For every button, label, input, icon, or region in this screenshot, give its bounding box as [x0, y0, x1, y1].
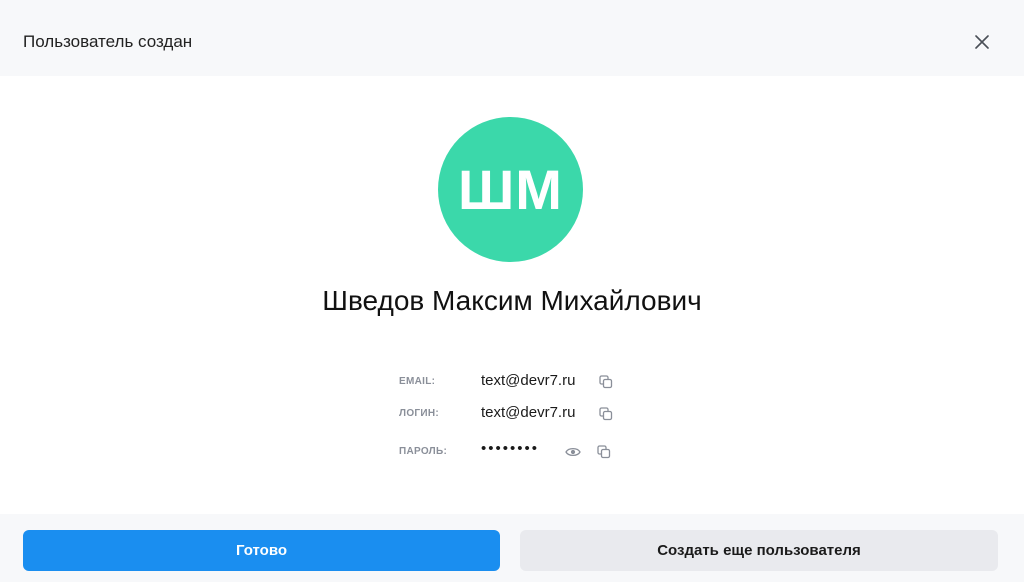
copy-icon [597, 445, 611, 459]
dialog-footer: Готово Создать еще пользователя [0, 514, 1024, 582]
close-button[interactable] [970, 30, 994, 54]
password-label: ПАРОЛЬ: [399, 446, 448, 457]
done-button[interactable]: Готово [23, 530, 500, 571]
copy-email-button[interactable] [597, 373, 615, 391]
dialog-header: Пользователь создан [0, 0, 1024, 76]
avatar-initials: ШМ [458, 157, 563, 221]
password-value: •••••••• [481, 440, 540, 457]
user-full-name: Шведов Максим Михайлович [322, 285, 702, 316]
eye-icon [565, 447, 581, 457]
create-another-user-button[interactable]: Создать еще пользователя [520, 530, 998, 571]
user-created-dialog: Пользователь создан ШМ Шведов Максим Мих… [0, 0, 1024, 582]
dialog-title: Пользователь создан [23, 32, 193, 51]
email-label: EMAIL: [399, 376, 436, 387]
login-label: ЛОГИН: [399, 408, 440, 419]
copy-icon [599, 375, 613, 389]
login-value: text@devr7.ru [481, 404, 576, 421]
email-row: EMAIL: text@devr7.ru [0, 370, 1024, 394]
password-row: ПАРОЛЬ: •••••••• [0, 440, 1024, 464]
copy-login-button[interactable] [597, 405, 615, 423]
show-password-button[interactable] [564, 443, 582, 461]
avatar: ШМ [438, 117, 583, 262]
login-row: ЛОГИН: text@devr7.ru [0, 402, 1024, 426]
copy-password-button[interactable] [595, 443, 613, 461]
email-value: text@devr7.ru [481, 372, 576, 389]
copy-icon [599, 407, 613, 421]
close-icon [975, 35, 989, 49]
